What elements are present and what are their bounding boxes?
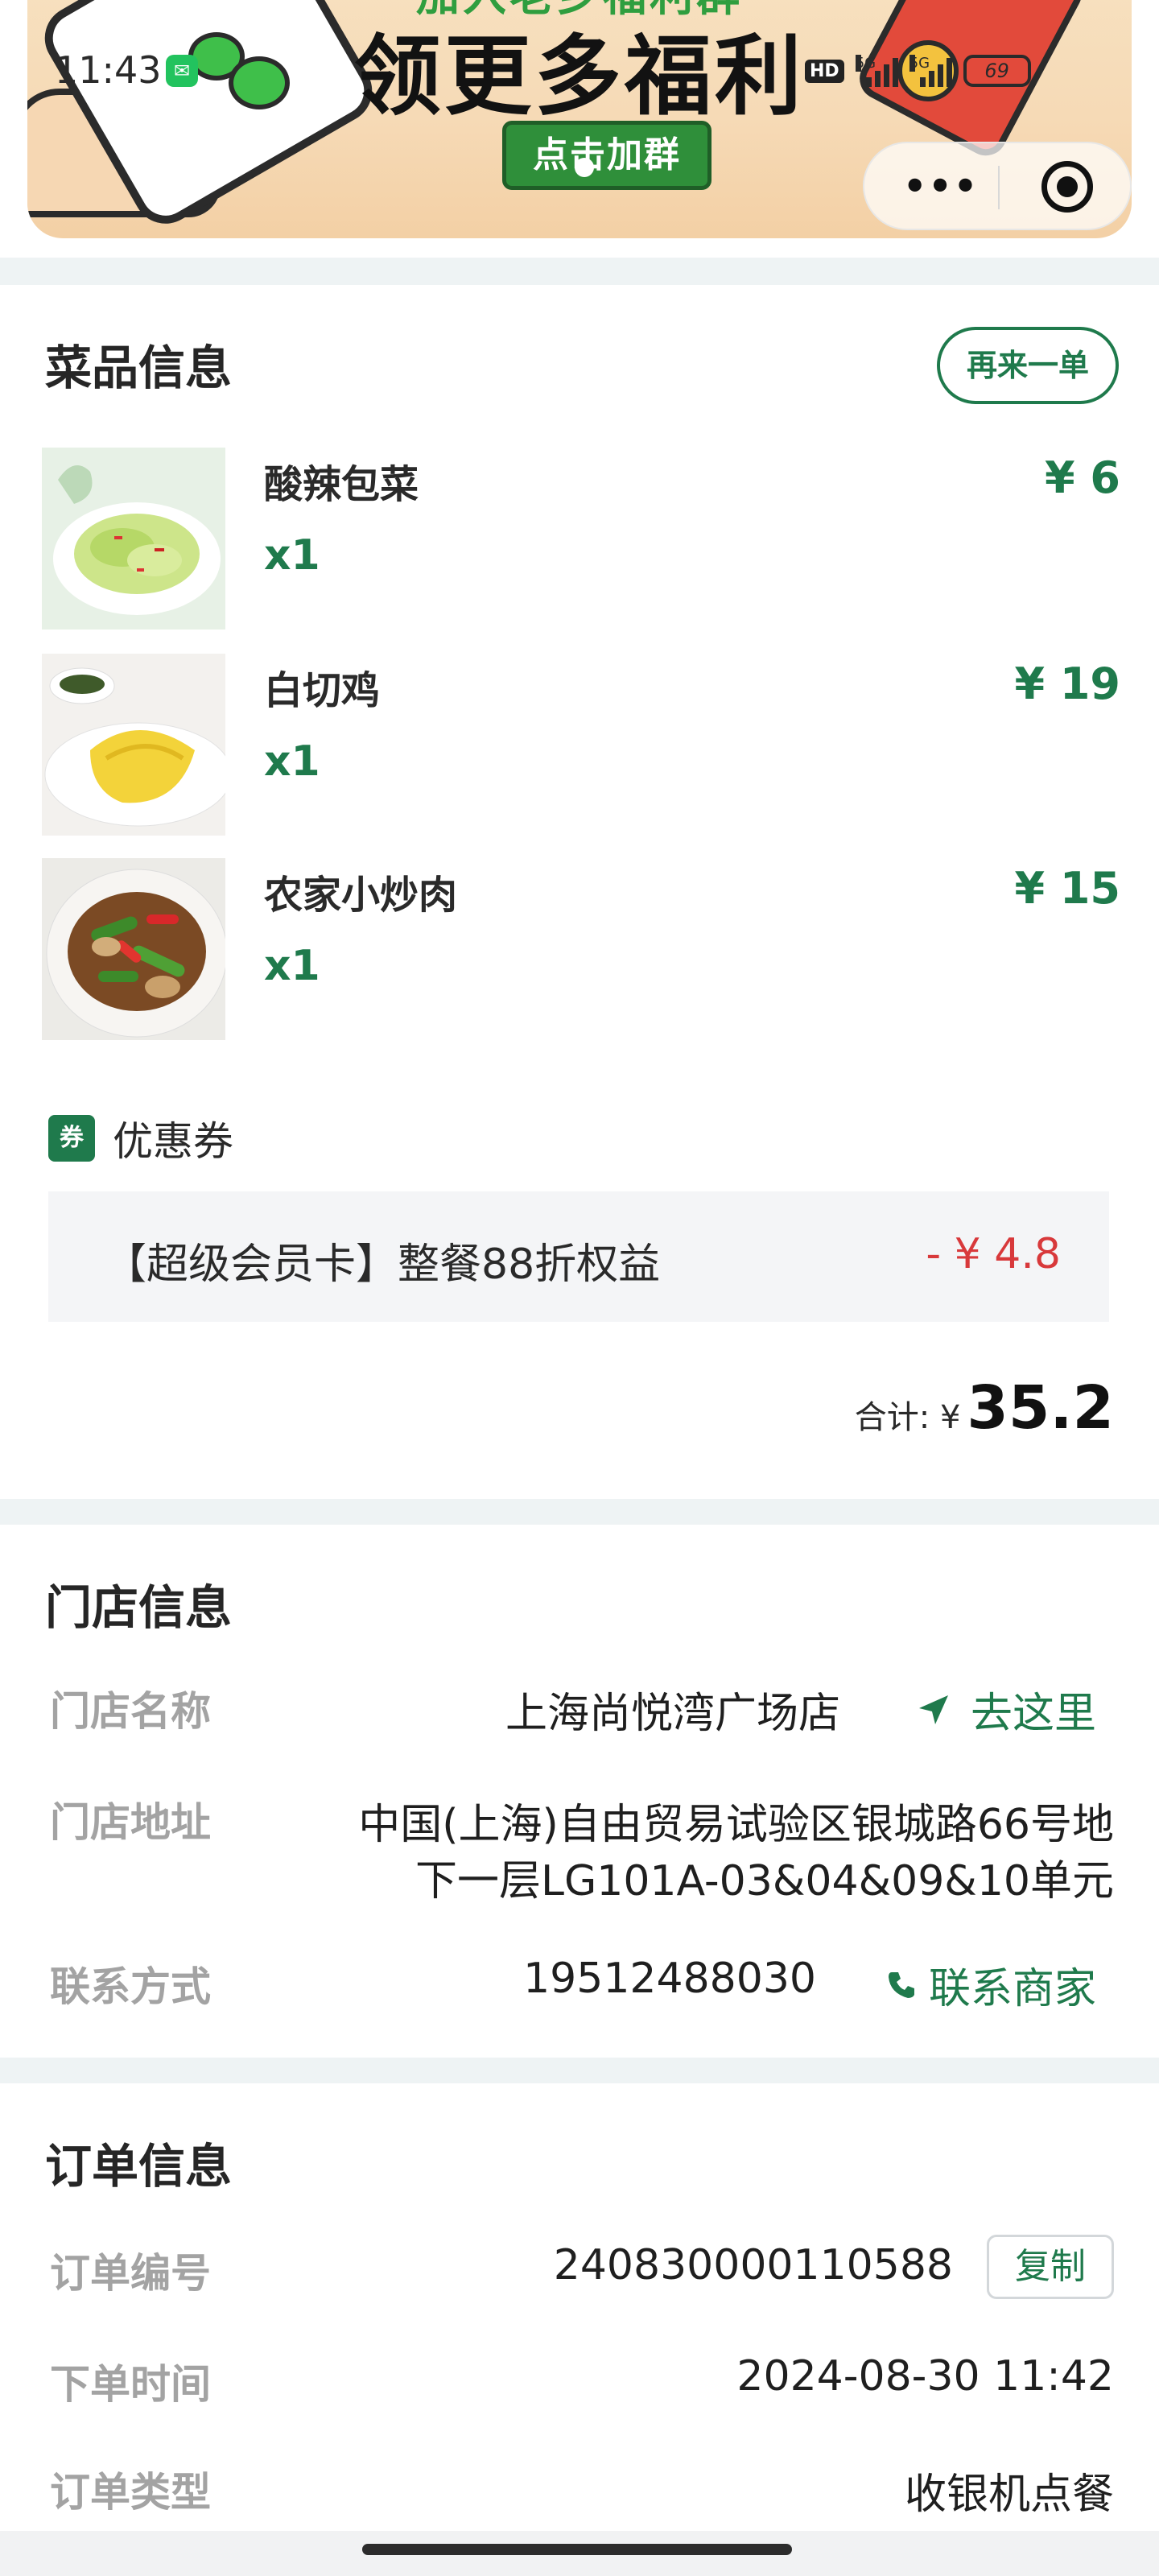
contact-phone: 19512488030 bbox=[523, 1955, 816, 2003]
order-number-label: 订单编号 bbox=[50, 2250, 211, 2297]
status-indicators: HD 5G 5G 69 bbox=[805, 53, 1031, 89]
wechat-notification-icon: ✉ bbox=[166, 55, 198, 87]
store-name-label: 门店名称 bbox=[50, 1688, 211, 1735]
dish-name: 白切鸡 bbox=[264, 668, 381, 713]
navigate-button[interactable]: 去这里 bbox=[916, 1679, 1096, 1740]
signal-icon: 5G bbox=[855, 55, 898, 87]
order-type-value: 收银机点餐 bbox=[904, 2471, 1114, 2519]
more-options-icon[interactable]: ••• bbox=[903, 164, 979, 208]
coupon-label: 优惠券 bbox=[113, 1118, 233, 1165]
join-group-button[interactable]: 点击加群 bbox=[502, 121, 711, 190]
dish-name: 农家小炒肉 bbox=[264, 873, 458, 918]
hd-badge: HD bbox=[805, 59, 844, 83]
dish-price: ¥ 19 bbox=[1014, 658, 1120, 709]
dish-price: ¥ 6 bbox=[1045, 452, 1120, 503]
coupon-discount-amount: - ¥ 4.8 bbox=[926, 1230, 1061, 1278]
order-number-value: 240830000110588 bbox=[553, 2241, 953, 2289]
contact-merchant-button[interactable]: 联系商家 bbox=[885, 1955, 1096, 2015]
contact-label: 联系方式 bbox=[50, 1963, 211, 2010]
store-section: 门店信息 门店名称 上海尚悦湾广场店 去这里 门店地址 中国(上海)自由贸易试验… bbox=[0, 1525, 1159, 2058]
home-indicator[interactable] bbox=[362, 2544, 792, 2555]
order-section-title: 订单信息 bbox=[45, 2139, 233, 2194]
network-type-label: 5G bbox=[909, 55, 930, 72]
dishes-section-title: 菜品信息 bbox=[45, 341, 233, 395]
total-label: 合计: ¥ bbox=[854, 1399, 961, 1436]
navigate-label: 去这里 bbox=[971, 1690, 1097, 1738]
coupon-header: 券 优惠券 bbox=[48, 1114, 233, 1165]
coupon-row: 【超级会员卡】整餐88折权益 - ¥ 4.8 bbox=[48, 1191, 1109, 1322]
total-value: 35.2 bbox=[967, 1373, 1114, 1443]
promo-banner[interactable]: 加入老乡福利群 领更多福利 点击加群 11:43 ✉ HD 5G 5G 69 •… bbox=[0, 0, 1159, 258]
battery-icon: 69 bbox=[963, 55, 1031, 87]
dish-item: 农家小炒肉 x1 ¥ 15 bbox=[42, 858, 1120, 1040]
copy-order-number-button[interactable]: 复制 bbox=[987, 2235, 1114, 2299]
dish-item: 酸辣包菜 x1 ¥ 6 bbox=[42, 448, 1120, 630]
status-time: 11:43 bbox=[55, 48, 162, 92]
store-address-label: 门店地址 bbox=[50, 1799, 211, 1846]
mini-program-capsule: ••• bbox=[863, 142, 1132, 230]
reorder-button[interactable]: 再来一单 bbox=[937, 327, 1119, 404]
close-mini-program-icon[interactable] bbox=[1041, 161, 1093, 213]
dishes-section: 菜品信息 再来一单 酸辣包菜 x1 ¥ 6 白切鸡 x1 ¥ 19 农家小炒肉 … bbox=[0, 285, 1159, 1499]
store-name-value: 上海尚悦湾广场店 bbox=[505, 1690, 840, 1738]
order-time-label: 下单时间 bbox=[50, 2361, 211, 2408]
signal-icon: 5G bbox=[909, 55, 952, 87]
order-total: 合计: ¥ 35.2 bbox=[855, 1373, 1114, 1443]
network-type-label: 5G bbox=[855, 55, 876, 72]
dish-image-sour-cabbage bbox=[42, 448, 225, 630]
order-time-value: 2024-08-30 11:42 bbox=[736, 2352, 1114, 2401]
dish-name: 酸辣包菜 bbox=[264, 462, 419, 507]
store-section-title: 门店信息 bbox=[45, 1580, 233, 1635]
coupon-name: 【超级会员卡】整餐88折权益 bbox=[105, 1241, 661, 1289]
dish-price: ¥ 15 bbox=[1014, 863, 1120, 914]
dish-item: 白切鸡 x1 ¥ 19 bbox=[42, 654, 1120, 836]
carousel-indicator-dot bbox=[575, 158, 594, 177]
dish-image-stir-fried-pork bbox=[42, 858, 225, 1040]
dish-quantity: x1 bbox=[264, 531, 320, 580]
contact-merchant-label: 联系商家 bbox=[929, 1965, 1097, 2013]
order-type-label: 订单类型 bbox=[50, 2469, 211, 2516]
store-address-line-2: 下一层LG101A-03&04&09&10单元 bbox=[415, 1857, 1114, 1905]
dish-quantity: x1 bbox=[264, 942, 320, 990]
coupon-icon: 券 bbox=[48, 1115, 95, 1162]
capsule-divider bbox=[998, 166, 1000, 209]
navigation-arrow-icon bbox=[919, 1695, 948, 1724]
store-address-line-1: 中国(上海)自由贸易试验区银城路66号地 bbox=[358, 1801, 1114, 1849]
phone-icon bbox=[889, 1971, 914, 1998]
order-section: 订单信息 订单编号 240830000110588 复制 下单时间 2024-0… bbox=[0, 2083, 1159, 2576]
dish-quantity: x1 bbox=[264, 737, 320, 786]
dish-image-white-cut-chicken bbox=[42, 654, 225, 836]
